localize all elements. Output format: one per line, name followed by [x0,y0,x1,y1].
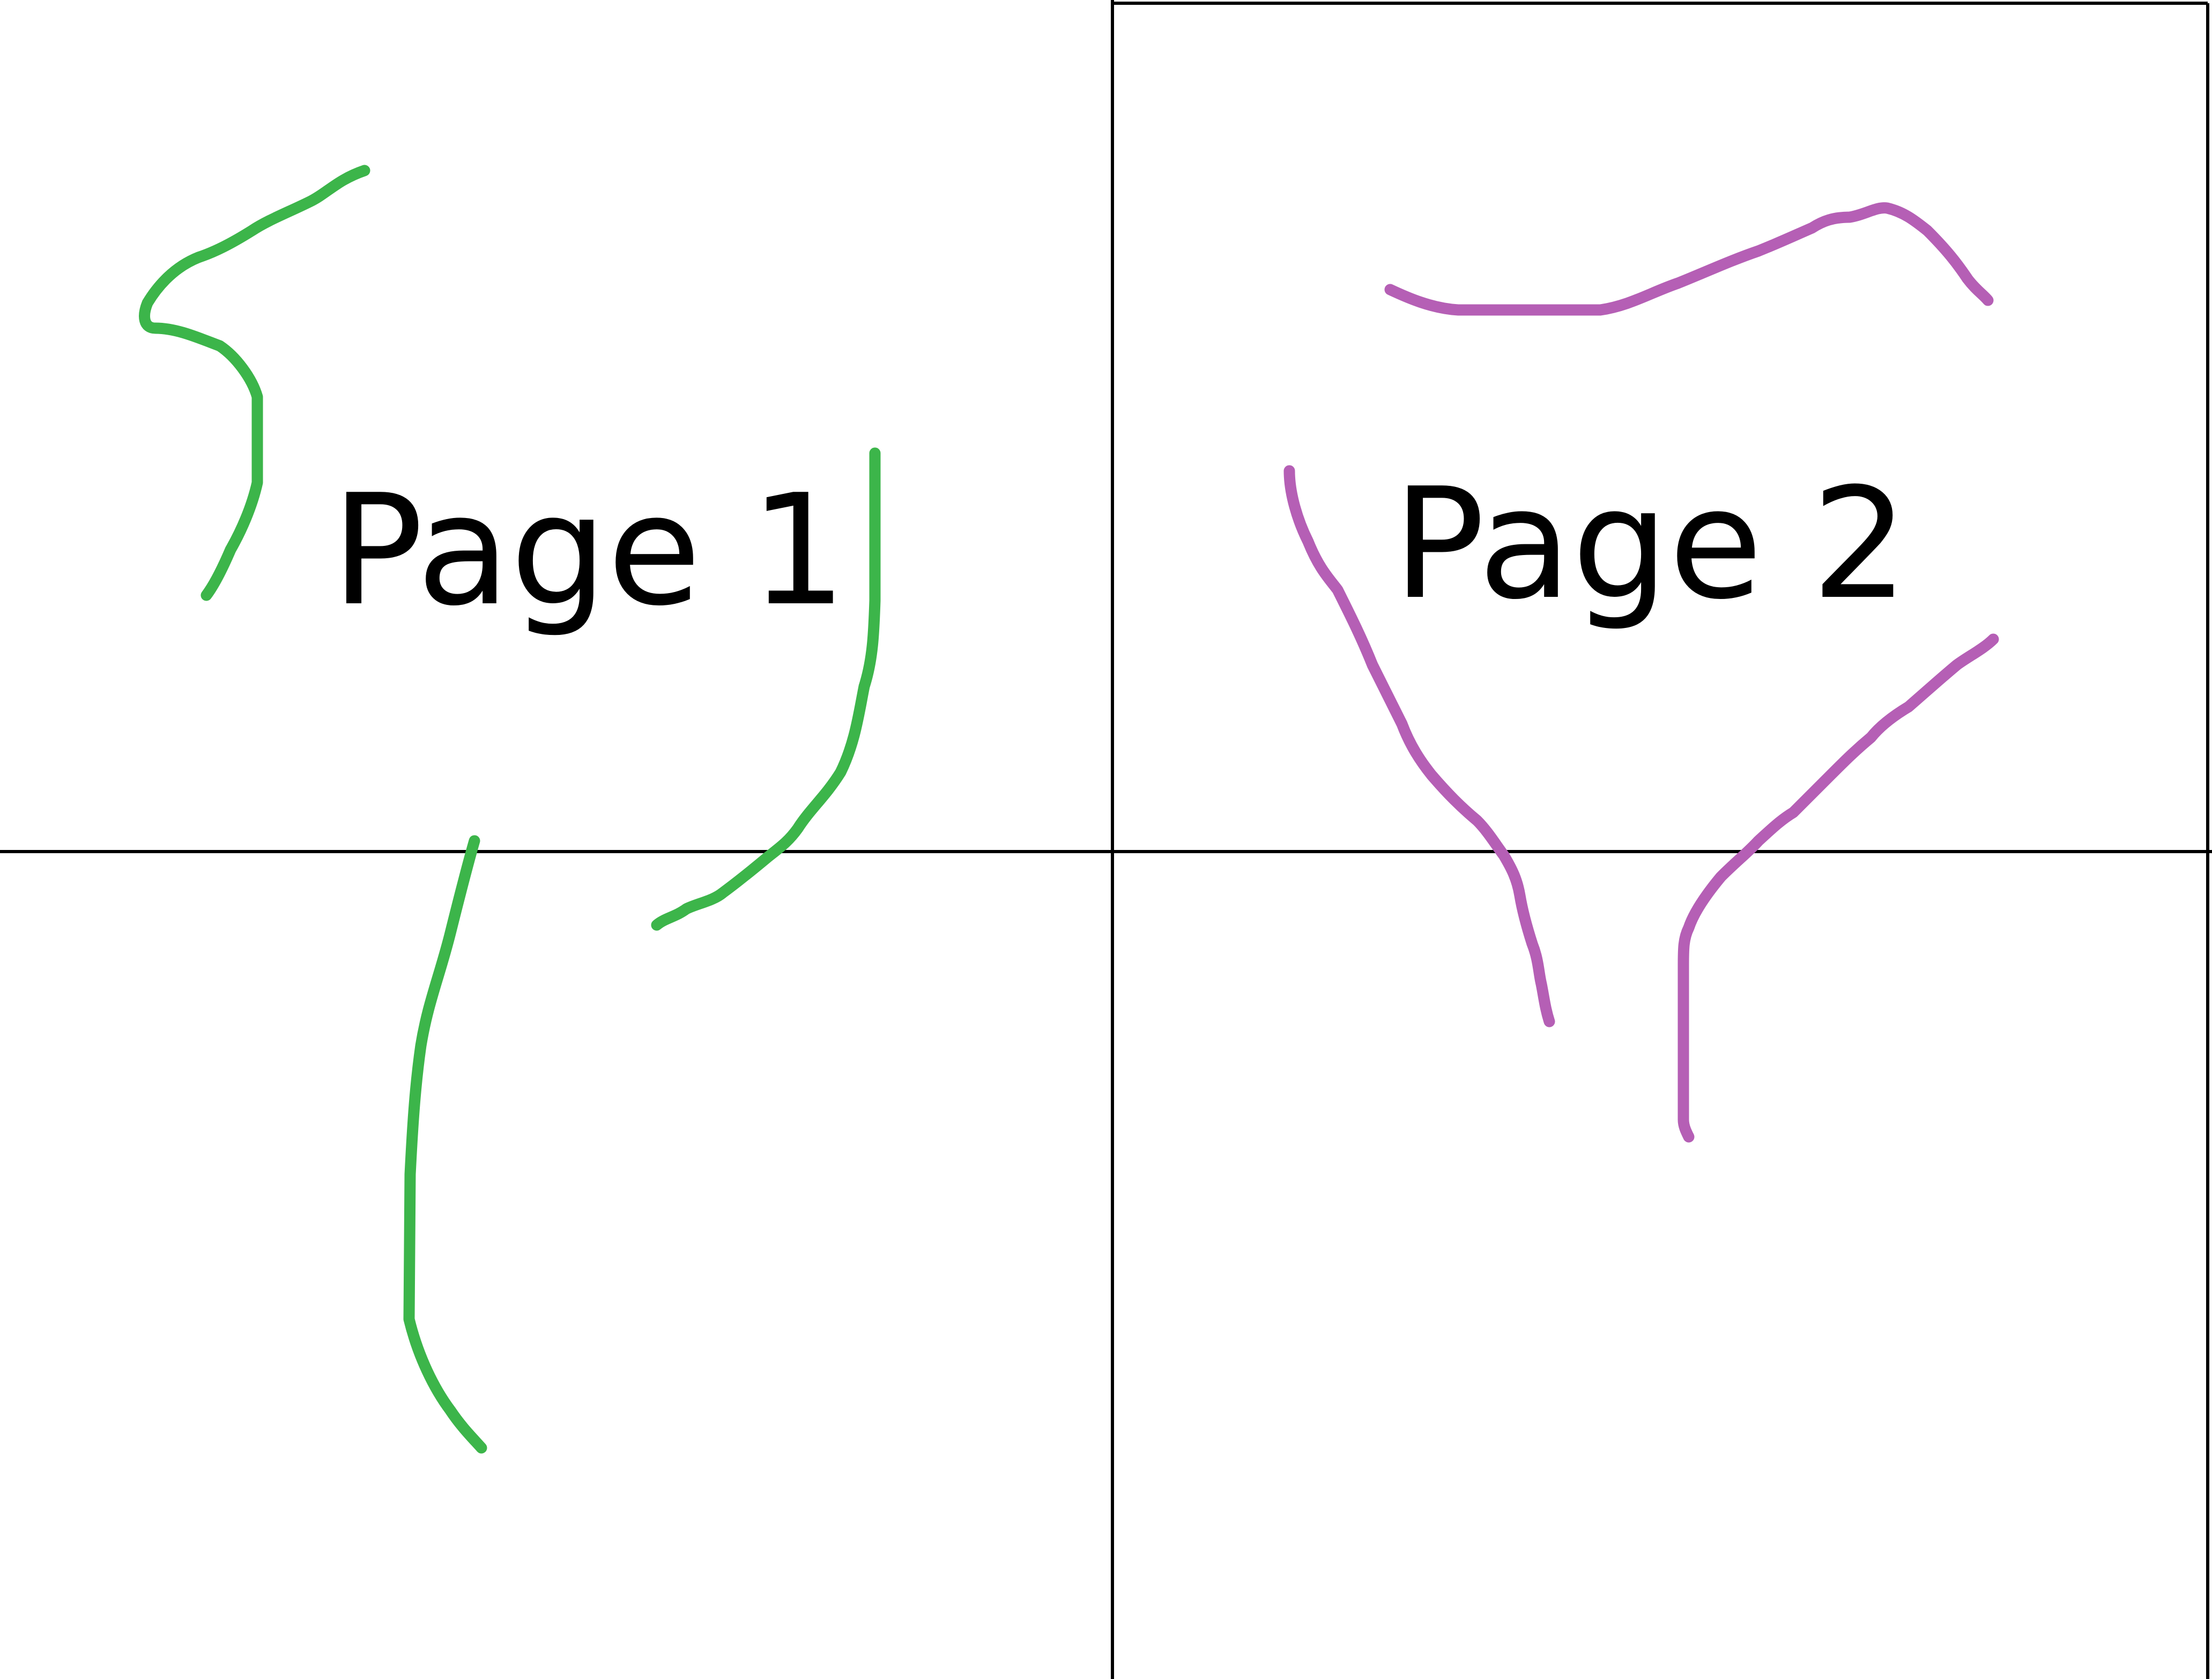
page-1-label: Page 1 [331,462,847,640]
page-grid [0,0,2212,1679]
page-2-strokes [1283,202,1999,1143]
drawing-canvas: Page 1 Page 2 [0,0,2212,1679]
page-2-label: Page 2 [1393,455,1909,633]
page-2-stroke-right [1677,633,1999,1143]
page-1-strokes [139,165,881,1454]
page-1-stroke-bottom [403,835,487,1454]
page-2-stroke-top [1384,202,1994,316]
